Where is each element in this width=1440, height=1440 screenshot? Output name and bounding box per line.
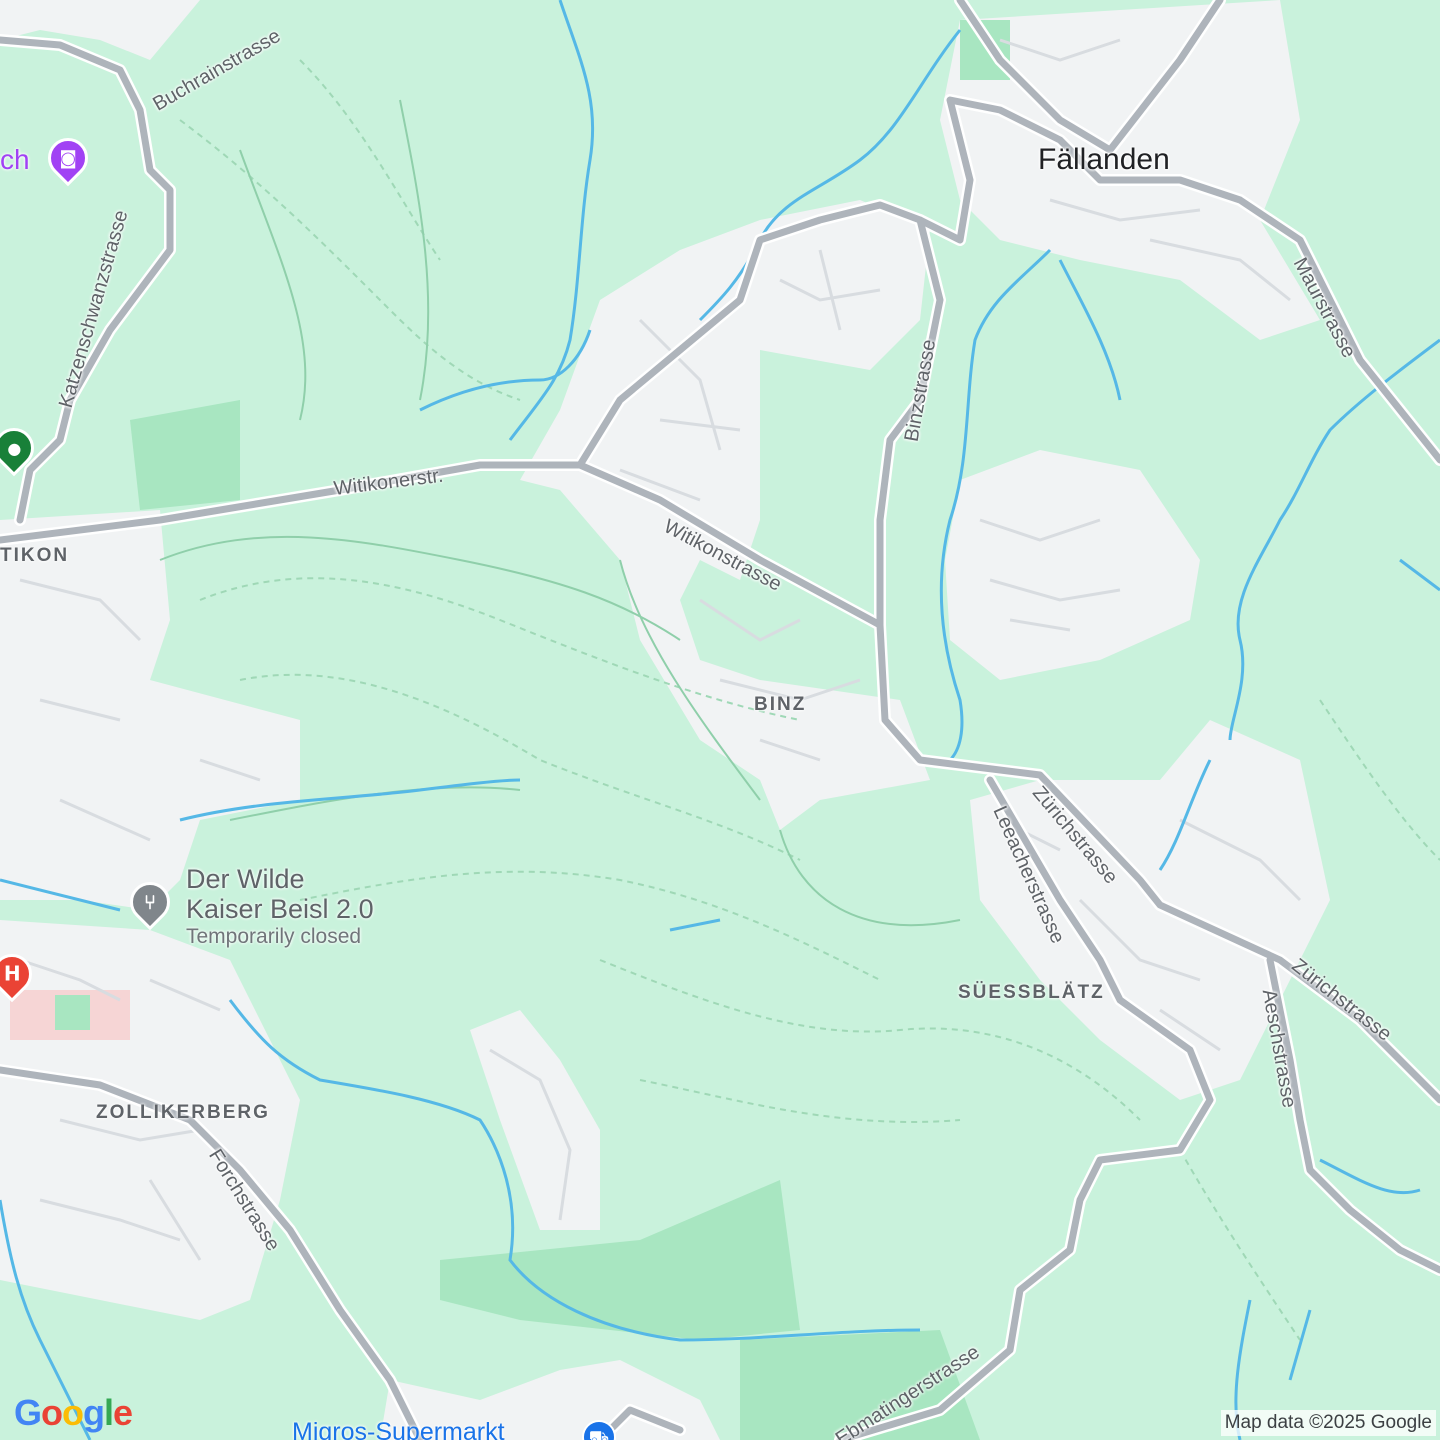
map-base-layer xyxy=(0,0,1440,1440)
district-label-suessblaetz: SÜESSBLÄTZ xyxy=(958,982,1105,1003)
map-attribution[interactable]: Map data ©2025 Google xyxy=(1220,1410,1436,1436)
district-label-binz: BINZ xyxy=(754,694,807,715)
restaurant-status: Temporarily closed xyxy=(186,925,362,948)
supermarket-label[interactable]: Migros-Supermarkt xyxy=(292,1418,505,1440)
map-canvas[interactable]: Buchrainstrasse Katzenschwanzstrasse Wit… xyxy=(0,0,1440,1440)
restaurant-name-line2[interactable]: Kaiser Beisl 2.0 xyxy=(186,894,374,924)
restaurant-name-line1[interactable]: Der Wilde xyxy=(186,864,305,894)
town-label-fallanden[interactable]: Fällanden xyxy=(1038,143,1170,177)
district-label-witikon: TIKON xyxy=(0,545,70,566)
google-logo: Google xyxy=(14,1392,133,1433)
urban-areas xyxy=(0,0,1330,1440)
district-label-zollikerberg: ZOLLIKERBERG xyxy=(96,1102,270,1123)
attraction-label[interactable]: ch xyxy=(0,144,30,176)
